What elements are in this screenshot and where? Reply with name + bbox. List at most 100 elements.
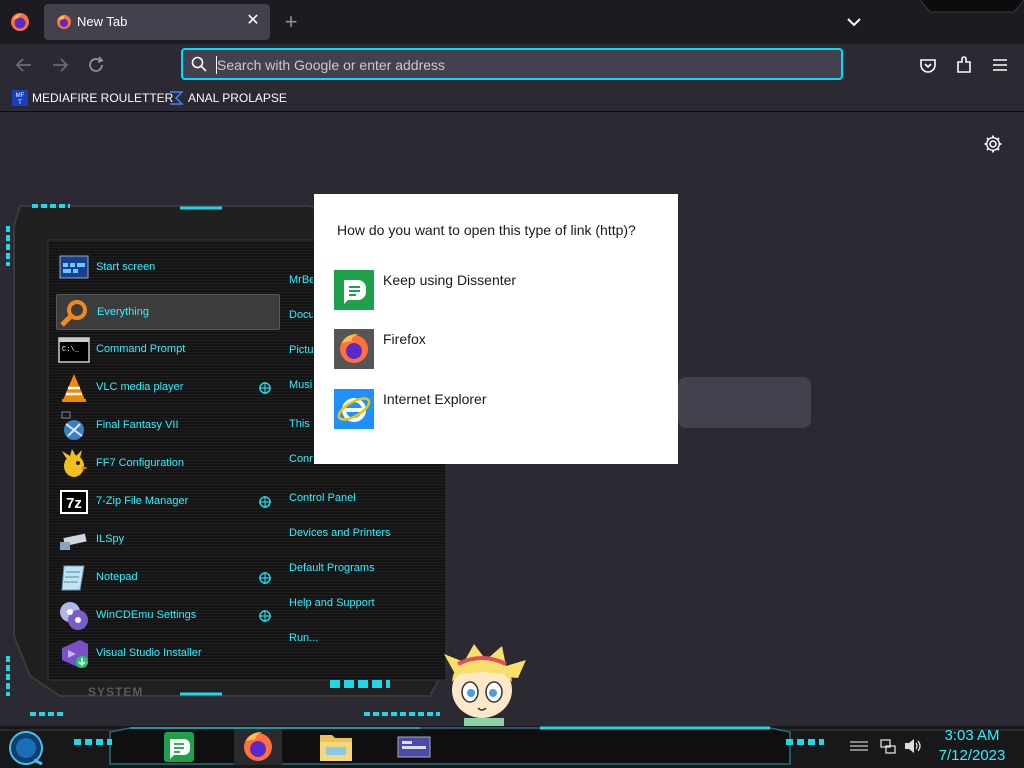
pocket-icon[interactable] — [917, 54, 939, 76]
search-icon — [191, 56, 207, 72]
close-tab-icon[interactable]: ✕ — [244, 12, 262, 30]
taskbar: 3:03 AM 7/12/2023 — [0, 726, 1024, 768]
start-right-item[interactable]: Musi — [289, 379, 313, 399]
start-right-item[interactable]: Pictu — [289, 344, 313, 364]
start-right-item[interactable]: MrBe — [289, 274, 313, 294]
firefox-icon — [334, 329, 374, 369]
option-label: Keep using Dissenter — [383, 272, 517, 288]
option-firefox[interactable]: Firefox — [334, 329, 664, 373]
start-item-start-screen[interactable]: Start screen — [56, 250, 280, 286]
start-item-label: Notepad — [96, 571, 138, 583]
start-item-run[interactable]: Run... — [289, 632, 439, 652]
wincdemu-icon — [60, 602, 88, 630]
start-item-label: Visual Studio Installer — [96, 647, 202, 659]
start-item-label: ILSpy — [96, 533, 125, 545]
sigma-icon — [170, 91, 184, 105]
start-item-devices-printers[interactable]: Devices and Printers — [289, 527, 439, 547]
svg-text:T: T — [18, 100, 22, 106]
taskbar-file-explorer[interactable] — [312, 729, 360, 765]
start-item-final-fantasy-vii[interactable]: Final Fantasy VII — [56, 408, 280, 444]
start-item-label: VLC media player — [96, 381, 184, 393]
submenu-arrow-icon[interactable] — [258, 495, 272, 509]
svg-text:MF: MF — [16, 93, 25, 99]
start-item-everything[interactable]: Everything — [56, 294, 280, 330]
visual-studio-installer-icon — [62, 640, 88, 668]
start-item-ilspy[interactable]: ILSpy — [56, 522, 280, 558]
start-right-item[interactable]: This — [289, 418, 313, 438]
back-arrow-icon[interactable] — [13, 54, 35, 76]
new-tab-button[interactable]: + — [280, 8, 302, 36]
system-label: SYSTEM — [88, 685, 144, 699]
start-button[interactable] — [6, 730, 46, 766]
tab-new-tab[interactable]: New Tab ✕ — [44, 4, 270, 40]
start-item-7zip[interactable]: 7z 7-Zip File Manager — [56, 484, 280, 520]
tab-title: New Tab — [77, 14, 128, 29]
taskbar-frame — [0, 726, 1024, 765]
start-item-label: FF7 Configuration — [96, 457, 185, 469]
svg-text:C:\_: C:\_ — [62, 346, 80, 354]
bookmark-label: ANAL PROLAPSE — [188, 91, 287, 105]
volume-icon[interactable] — [904, 738, 922, 754]
gear-icon[interactable] — [983, 134, 1003, 154]
notepad-icon — [61, 565, 85, 591]
vlc-icon — [62, 374, 86, 402]
start-item-wincdemu[interactable]: WinCDEmu Settings — [56, 598, 280, 634]
submenu-arrow-icon[interactable] — [258, 381, 272, 395]
clock-date[interactable]: 7/12/2023 — [930, 747, 1014, 764]
ilspy-icon — [60, 533, 87, 550]
start-item-visual-studio-installer[interactable]: Visual Studio Installer — [56, 636, 280, 672]
start-screen-icon — [59, 255, 89, 279]
clock-time[interactable]: 3:03 AM — [930, 727, 1014, 744]
start-item-command-prompt[interactable]: C:\_ Command Prompt — [56, 332, 280, 368]
start-item-default-programs[interactable]: Default Programs — [289, 562, 439, 582]
option-dissenter[interactable]: Keep using Dissenter — [334, 270, 664, 314]
start-item-ff7-configuration[interactable]: FF7 Configuration — [56, 446, 280, 482]
taskbar-dissenter[interactable] — [156, 729, 204, 765]
taskbar-window-switcher[interactable] — [390, 729, 438, 765]
start-right-item[interactable]: Conr — [289, 453, 313, 473]
start-item-label: Final Fantasy VII — [96, 419, 179, 431]
start-item-help-support[interactable]: Help and Support — [289, 597, 439, 617]
start-item-vlc[interactable]: VLC media player — [56, 370, 280, 406]
address-bar[interactable] — [181, 48, 843, 80]
taskbar-firefox[interactable] — [234, 729, 282, 765]
firefox-menu-icon[interactable] — [10, 12, 30, 32]
submenu-arrow-icon[interactable] — [258, 609, 272, 623]
network-icon[interactable] — [880, 738, 896, 754]
url-input[interactable] — [217, 53, 817, 77]
final-fantasy-icon — [61, 411, 84, 440]
start-right-item[interactable]: Docu — [289, 309, 313, 329]
show-hidden-icons[interactable] — [850, 740, 868, 754]
dissenter-icon — [334, 270, 374, 310]
7zip-icon: 7z — [60, 490, 88, 514]
dialog-title: How do you want to open this type of lin… — [337, 222, 636, 238]
svg-text:7z: 7z — [66, 495, 82, 512]
tab-bar: New Tab ✕ + — [0, 0, 1024, 44]
option-label: Firefox — [383, 331, 426, 347]
bookmark-mediafire[interactable]: MF T MEDIAFIRE ROULETTER — [12, 88, 173, 108]
forward-arrow-icon[interactable] — [49, 54, 71, 76]
option-internet-explorer[interactable]: Internet Explorer — [334, 389, 664, 433]
submenu-arrow-icon[interactable] — [258, 571, 272, 585]
start-item-label: WinCDEmu Settings — [96, 609, 197, 621]
window-frame-decoration — [920, 0, 1024, 13]
start-item-label: 7-Zip File Manager — [96, 495, 189, 507]
search-box-background — [678, 377, 811, 428]
start-item-control-panel[interactable]: Control Panel — [289, 492, 439, 512]
start-item-label: Command Prompt — [96, 343, 186, 355]
start-item-notepad[interactable]: Notepad — [56, 560, 280, 596]
everything-search-icon — [60, 300, 87, 327]
firefox-icon — [57, 15, 71, 29]
mediafire-icon: MF T — [12, 90, 28, 106]
reload-icon[interactable] — [85, 54, 107, 76]
open-with-dialog: How do you want to open this type of lin… — [314, 194, 678, 464]
bookmark-label: MEDIAFIRE ROULETTER — [32, 91, 174, 105]
hamburger-menu-icon[interactable] — [989, 54, 1011, 76]
star-character-sticker — [444, 644, 526, 730]
option-label: Internet Explorer — [383, 391, 487, 407]
chocobo-icon — [62, 449, 88, 477]
extensions-icon[interactable] — [953, 54, 975, 76]
start-item-label: Everything — [97, 306, 149, 318]
bookmark-sigma[interactable]: ANAL PROLAPSE — [168, 88, 287, 108]
chevron-down-icon[interactable] — [844, 12, 864, 32]
